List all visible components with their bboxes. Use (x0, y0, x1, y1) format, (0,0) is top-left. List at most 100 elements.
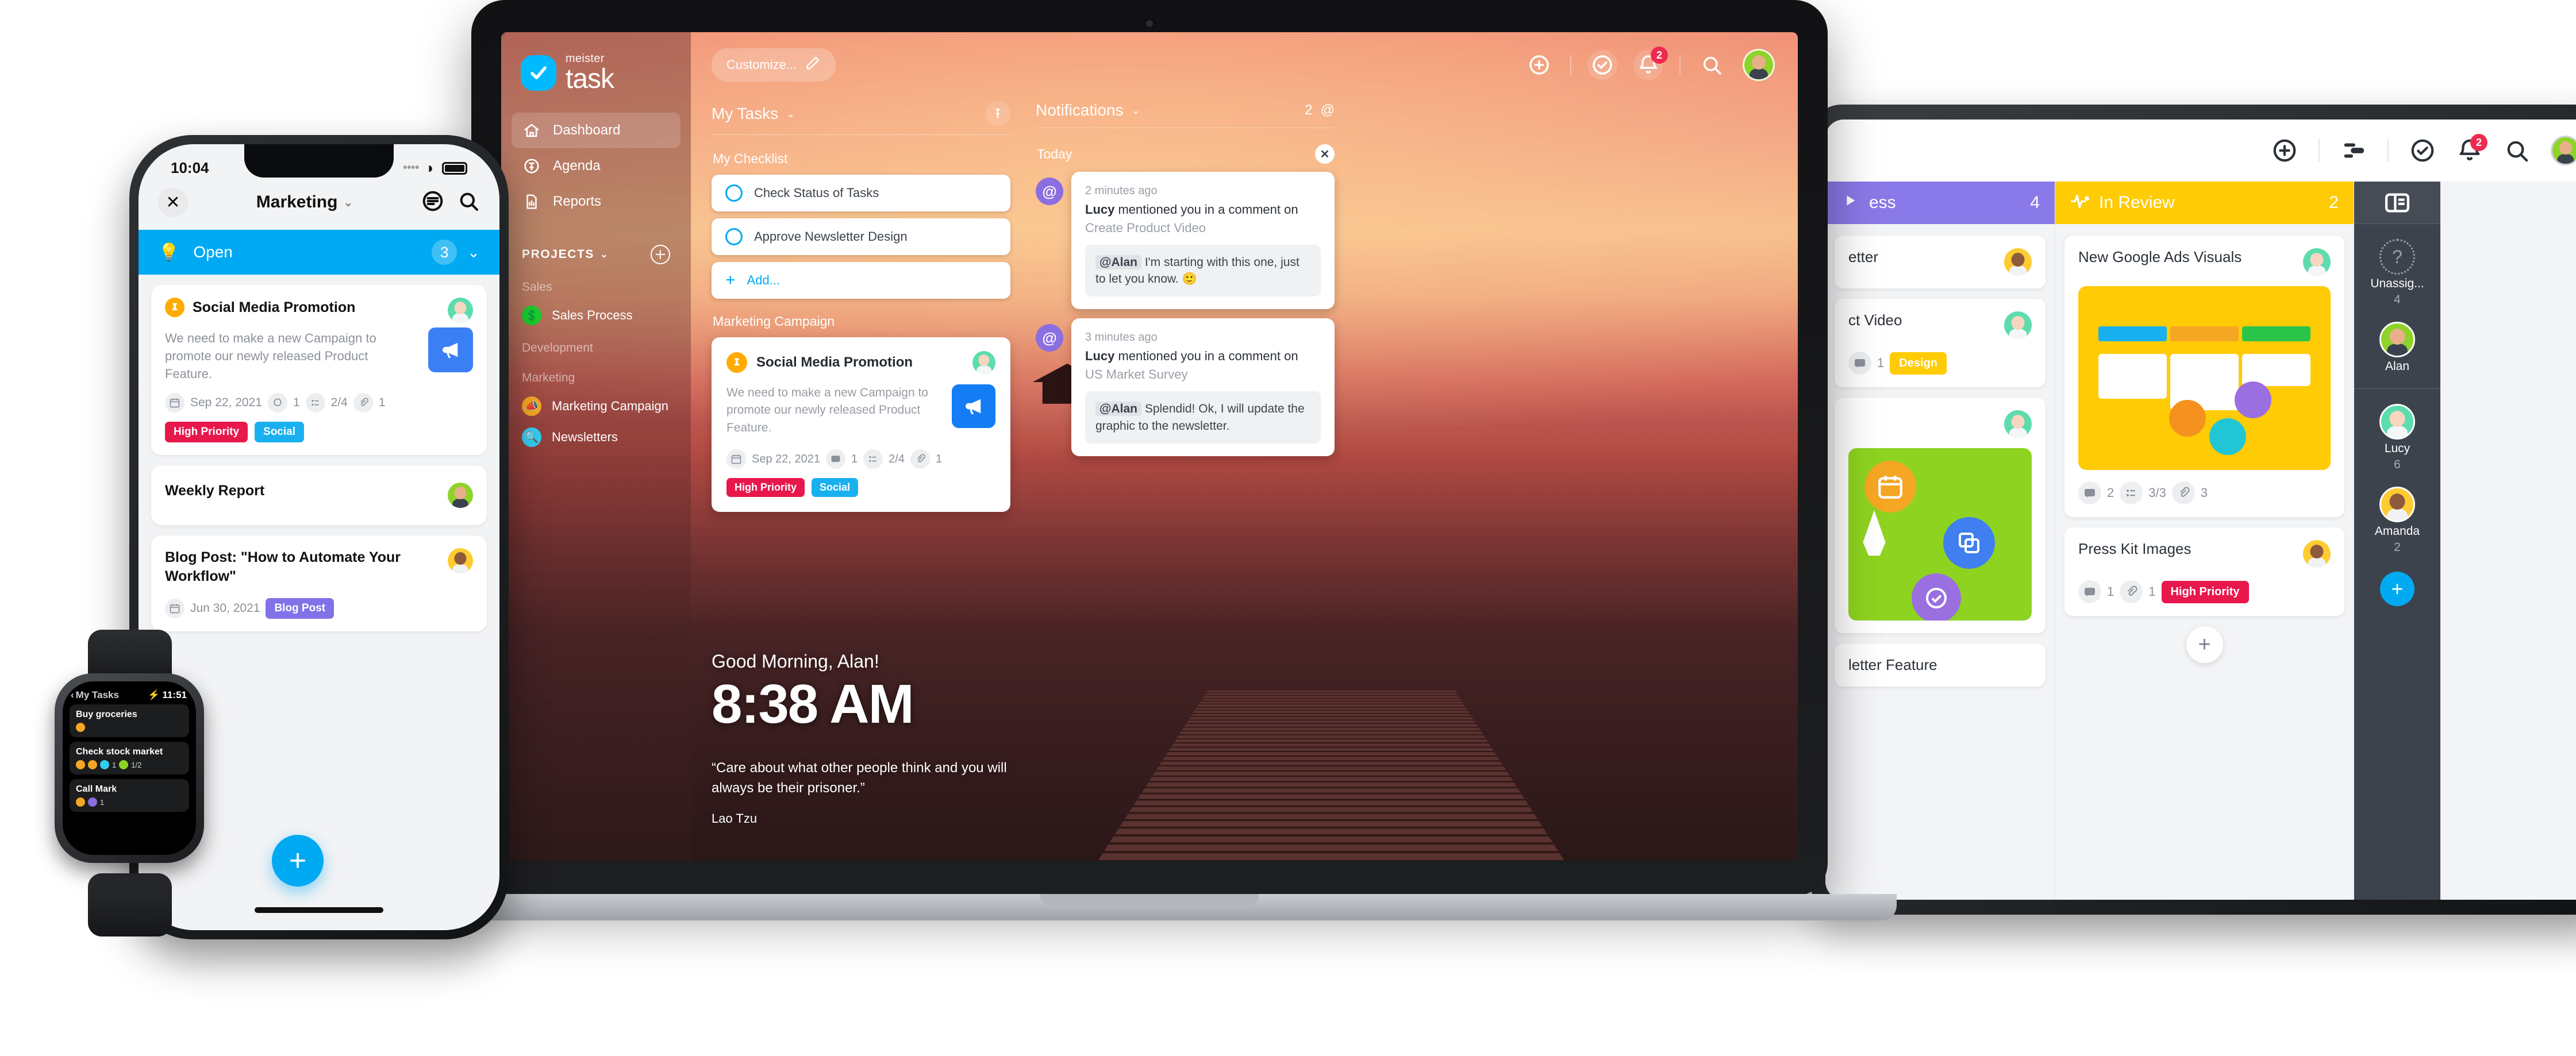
notification-card[interactable]: 2 minutes ago Lucy mentioned you in a co… (1071, 172, 1335, 310)
quote-author: Lao Tzu (712, 811, 758, 826)
phone-task-card[interactable]: Weekly Report (151, 465, 487, 526)
column-header[interactable]: In Review 2 (2055, 182, 2354, 224)
tag[interactable]: High Priority (2161, 580, 2249, 603)
board-card[interactable]: etter (1835, 236, 2046, 288)
sidebar-project-marketing-campaign[interactable]: 📣 Marketing Campaign (501, 385, 691, 416)
avatar[interactable] (448, 483, 473, 508)
avatar[interactable] (448, 298, 473, 323)
chevron-down-icon[interactable]: ⌄ (786, 108, 795, 120)
pin-icon[interactable] (985, 101, 1010, 126)
webcam (1143, 17, 1156, 30)
star-dot (76, 760, 85, 769)
member-alan[interactable]: Alan (2379, 322, 2415, 373)
checklist-item[interactable]: Check Status of Tasks (712, 175, 1010, 211)
notification-item[interactable]: @ 3 minutes ago Lucy mentioned you in a … (1036, 318, 1335, 465)
checklist-dot (119, 760, 129, 769)
screenshot-stage: 2 ess 4 etter ct Video 1 Design letter F… (0, 0, 2576, 1056)
chevron-down-icon[interactable]: ⌄ (600, 249, 609, 260)
layout-toggle-icon[interactable] (2354, 182, 2440, 224)
filter-icon[interactable] (2340, 137, 2367, 164)
tag-blog-post[interactable]: Blog Post (266, 598, 335, 619)
attachment-icon (353, 393, 373, 413)
watch-back-button[interactable]: ‹ My Tasks (71, 689, 119, 701)
add-task-button[interactable]: + (272, 835, 324, 887)
plus-circle-icon[interactable] (1524, 50, 1554, 80)
today-label: Today (1037, 146, 1072, 161)
board-card[interactable]: x (1835, 398, 2046, 633)
customize-button[interactable]: Customize... (712, 48, 836, 82)
notification-card[interactable]: 3 minutes ago Lucy mentioned you in a co… (1071, 318, 1335, 456)
tag-social[interactable]: Social (255, 422, 304, 443)
sidebar-project-sales-process[interactable]: 💲 Sales Process (501, 294, 691, 325)
chevron-down-icon[interactable]: ⌄ (467, 244, 480, 261)
tablet-body: 2 ess 4 etter ct Video 1 Design letter F… (1810, 105, 2576, 915)
tag-high-priority[interactable]: High Priority (726, 478, 805, 498)
phone-task-card[interactable]: Social Media Promotion We need to make a… (151, 285, 487, 456)
check-circle-icon[interactable] (1587, 50, 1617, 80)
search-icon[interactable] (1697, 50, 1727, 80)
avatar[interactable] (2004, 410, 2032, 438)
watch-screen: ‹ My Tasks ⚡ 11:51 Buy groceries Check s… (63, 681, 196, 855)
search-icon[interactable] (2504, 137, 2530, 164)
filter-icon[interactable] (421, 190, 444, 215)
search-icon[interactable] (457, 190, 480, 215)
close-icon[interactable]: ✕ (158, 187, 188, 217)
add-checklist-item[interactable]: + Add... (712, 262, 1010, 299)
watch-task-item[interactable]: Check stock market 1 1/2 (70, 742, 189, 774)
avatar[interactable] (2004, 248, 2032, 276)
watch-task-item[interactable]: Buy groceries (70, 704, 189, 737)
clock: 8:38 AM (712, 673, 914, 735)
checkbox-icon[interactable] (725, 228, 743, 245)
sidebar-item-reports[interactable]: Reports (512, 184, 680, 219)
member-lucy[interactable]: Lucy 6 (2379, 404, 2415, 472)
board-card[interactable]: ct Video 1 Design (1835, 299, 2046, 387)
check-circle-icon[interactable] (2409, 137, 2436, 164)
checklist-item[interactable]: Approve Newsletter Design (712, 218, 1010, 255)
brand-logo[interactable]: meister task (501, 48, 691, 93)
phone-navbar: ✕ Marketing ⌄ (139, 177, 499, 230)
avatar[interactable] (1743, 49, 1775, 81)
avatar[interactable] (2303, 248, 2331, 276)
chevron-down-icon[interactable]: ⌄ (1132, 105, 1140, 117)
member-unassigned[interactable]: ? Unassig... 4 (2370, 239, 2424, 307)
phone-task-card[interactable]: Blog Post: "How to Automate Your Workflo… (151, 535, 487, 632)
board-card[interactable]: New Google Ads Visuals 2 3/3 3 (2064, 236, 2344, 517)
board-card[interactable]: letter Feature (1835, 643, 2046, 687)
avatar[interactable] (2004, 311, 2032, 339)
at-avatar-icon: @ (1036, 178, 1063, 205)
sidebar-item-agenda[interactable]: Agenda (512, 148, 680, 184)
sidebar-project-newsletters[interactable]: 🔍 Newsletters (501, 416, 691, 447)
chevron-down-icon[interactable]: ⌄ (343, 195, 353, 210)
avatar[interactable] (2551, 136, 2576, 165)
add-member-button[interactable]: + (2380, 572, 2414, 606)
section-header-open[interactable]: 💡 Open 3 ⌄ (139, 230, 499, 275)
card-title: letter Feature (1848, 656, 1937, 673)
checkbox-icon[interactable] (725, 184, 743, 202)
board-card[interactable]: Press Kit Images 1 1 High Priority (2064, 527, 2344, 616)
close-icon[interactable]: ✕ (1315, 144, 1335, 164)
board-column-in-review: In Review 2 New Google Ads Visuals 2 3/3… (2055, 182, 2354, 900)
avatar[interactable] (972, 351, 995, 374)
avatar[interactable] (448, 548, 473, 574)
sidebar-item-dashboard[interactable]: Dashboard (512, 113, 680, 148)
at-icon[interactable]: @ (1321, 102, 1335, 118)
plus-circle-icon[interactable] (2271, 137, 2298, 164)
section-count: 3 (432, 240, 457, 265)
notification-item[interactable]: @ 2 minutes ago Lucy mentioned you in a … (1036, 172, 1335, 318)
bell-icon[interactable]: 2 (1633, 47, 1668, 80)
pulse-icon (2070, 191, 2090, 215)
attachment-count: 1 (935, 452, 943, 465)
avatar[interactable] (2303, 540, 2331, 568)
add-card-button[interactable]: + (2186, 626, 2223, 663)
add-project-button[interactable] (651, 245, 670, 264)
member-amanda[interactable]: Amanda 2 (2375, 487, 2420, 554)
task-card[interactable]: Social Media Promotion We need to make a… (712, 337, 1010, 512)
watch-task-item[interactable]: Call Mark 1 (70, 779, 189, 812)
tag-social[interactable]: Social (812, 478, 859, 498)
tag-high-priority[interactable]: High Priority (165, 422, 248, 443)
comment-dot (88, 797, 97, 807)
column-header[interactable]: ess 4 (1825, 182, 2055, 224)
tag[interactable]: Design (1890, 352, 1947, 375)
bell-icon[interactable]: 2 (2456, 134, 2487, 164)
battery-icon (442, 161, 467, 175)
